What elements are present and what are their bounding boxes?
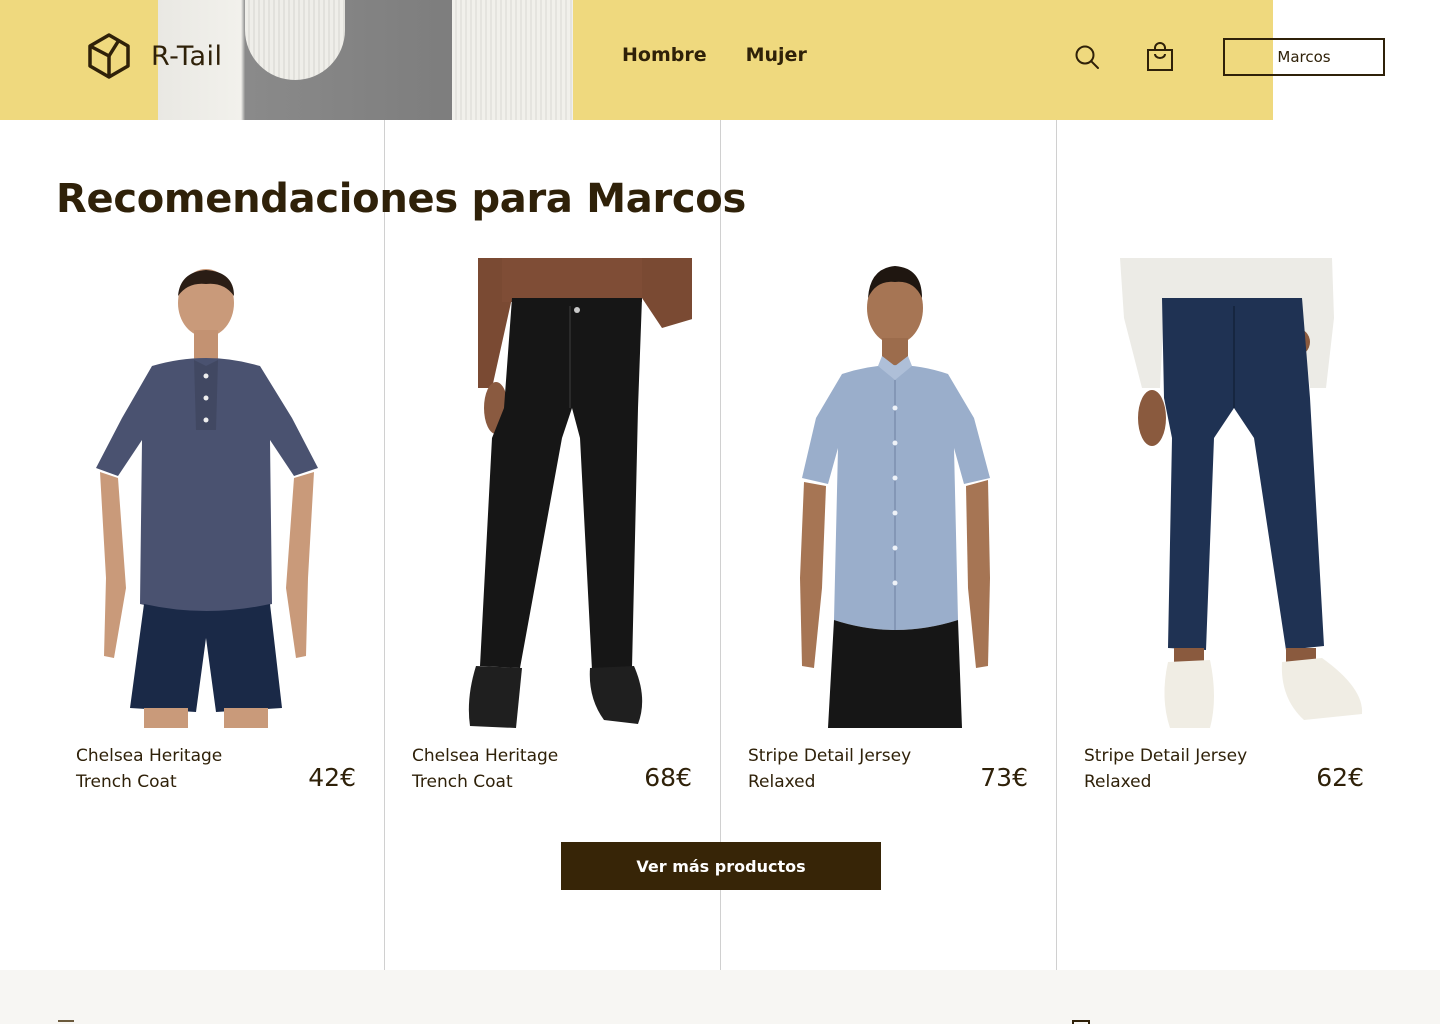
product-image[interactable] bbox=[1064, 258, 1364, 728]
product-name[interactable]: Chelsea Heritage Trench Coat bbox=[76, 743, 266, 795]
product-card[interactable]: Stripe Detail Jersey Relaxed 73€ bbox=[728, 258, 1028, 808]
product-price: 68€ bbox=[644, 763, 692, 792]
product-price: 42€ bbox=[308, 763, 356, 792]
product-card[interactable]: Chelsea Heritage Trench Coat 68€ bbox=[392, 258, 692, 808]
product-photo-pants-black bbox=[468, 258, 692, 728]
footer-divider-icon bbox=[58, 1020, 74, 1024]
product-price: 73€ bbox=[980, 763, 1028, 792]
product-image[interactable] bbox=[392, 258, 692, 728]
cart-button[interactable] bbox=[1144, 40, 1176, 74]
nav-item-mujer[interactable]: Mujer bbox=[746, 44, 807, 66]
product-card[interactable]: Chelsea Heritage Trench Coat 42€ bbox=[56, 258, 356, 808]
product-name[interactable]: Chelsea Heritage Trench Coat bbox=[412, 743, 602, 795]
product-image[interactable] bbox=[56, 258, 356, 728]
brand-logo[interactable]: R-Tail bbox=[86, 32, 223, 80]
grid-divider bbox=[1056, 120, 1057, 970]
user-account-button[interactable]: Marcos bbox=[1223, 38, 1385, 76]
brand-logo-icon bbox=[88, 33, 130, 79]
section-title: Recomendaciones para Marcos bbox=[56, 176, 746, 222]
more-products-button[interactable]: Ver más productos bbox=[561, 842, 881, 890]
header: R-Tail Hombre Mujer Marcos bbox=[0, 0, 1440, 120]
product-image[interactable] bbox=[728, 258, 1028, 728]
shopping-bag-icon bbox=[1147, 42, 1173, 71]
product-photo-shirt bbox=[800, 266, 990, 728]
product-photo-chinos bbox=[1120, 258, 1363, 728]
search-icon bbox=[1075, 45, 1099, 69]
product-name[interactable]: Stripe Detail Jersey Relaxed bbox=[748, 743, 938, 795]
footer-checkbox-icon bbox=[1072, 1020, 1090, 1024]
main-nav: Hombre Mujer bbox=[622, 44, 807, 66]
nav-item-hombre[interactable]: Hombre bbox=[622, 44, 707, 66]
product-price: 62€ bbox=[1316, 763, 1364, 792]
product-photo-henley bbox=[96, 269, 318, 728]
footer bbox=[0, 970, 1440, 1024]
hero-sweater-sleeve bbox=[452, 0, 573, 120]
grid-divider bbox=[384, 120, 385, 970]
search-button[interactable] bbox=[1071, 40, 1103, 74]
product-card[interactable]: Stripe Detail Jersey Relaxed 62€ bbox=[1064, 258, 1364, 808]
brand-name: R-Tail bbox=[151, 40, 223, 72]
product-name[interactable]: Stripe Detail Jersey Relaxed bbox=[1084, 743, 1274, 795]
